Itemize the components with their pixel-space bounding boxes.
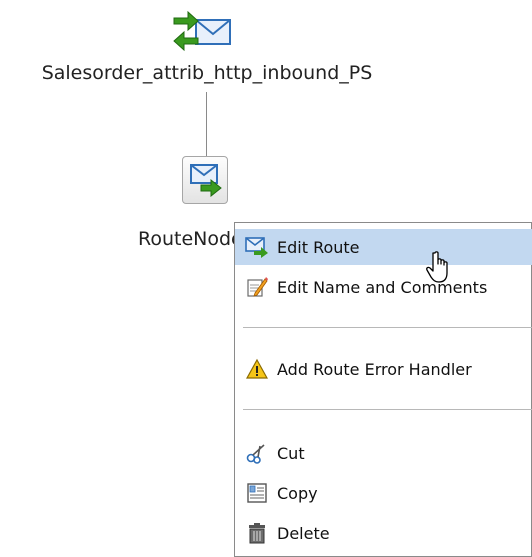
- context-menu: Edit Route Edit Name and Comments Add Ro…: [234, 222, 532, 557]
- warning-icon: [243, 357, 271, 381]
- menu-item-delete[interactable]: Delete: [235, 515, 532, 551]
- menu-item-add-route-error-handler[interactable]: Add Route Error Handler: [235, 351, 532, 387]
- edit-route-icon: [243, 235, 271, 259]
- route-node-label[interactable]: RouteNode1: [138, 228, 238, 250]
- menu-item-copy[interactable]: Copy: [235, 475, 532, 511]
- menu-item-label: Edit Route: [277, 237, 360, 257]
- proxy-service-label[interactable]: Salesorder_attrib_http_inbound_PS: [0, 62, 414, 84]
- proxy-service-icon[interactable]: [170, 10, 234, 56]
- hand-pointer-icon: [424, 250, 452, 288]
- menu-item-label: Delete: [277, 523, 330, 543]
- pencil-icon: [243, 275, 271, 299]
- pipeline-canvas: Salesorder_attrib_http_inbound_PS RouteN…: [0, 0, 532, 557]
- menu-item-label: Edit Name and Comments: [277, 277, 488, 297]
- menu-item-label: Copy: [277, 483, 318, 503]
- menu-separator: [243, 327, 532, 328]
- menu-item-label: Add Route Error Handler: [277, 359, 472, 379]
- trash-icon: [243, 521, 271, 545]
- route-node-icon: [190, 164, 222, 197]
- route-node[interactable]: [182, 156, 228, 204]
- menu-item-label: Cut: [277, 443, 305, 463]
- menu-item-edit-route[interactable]: Edit Route: [235, 229, 532, 265]
- menu-item-cut[interactable]: Cut: [235, 435, 532, 471]
- menu-separator: [243, 409, 532, 410]
- menu-item-edit-name-comments[interactable]: Edit Name and Comments: [235, 269, 532, 305]
- node-connector-line: [206, 92, 207, 156]
- copy-icon: [243, 481, 271, 505]
- scissors-icon: [243, 441, 271, 465]
